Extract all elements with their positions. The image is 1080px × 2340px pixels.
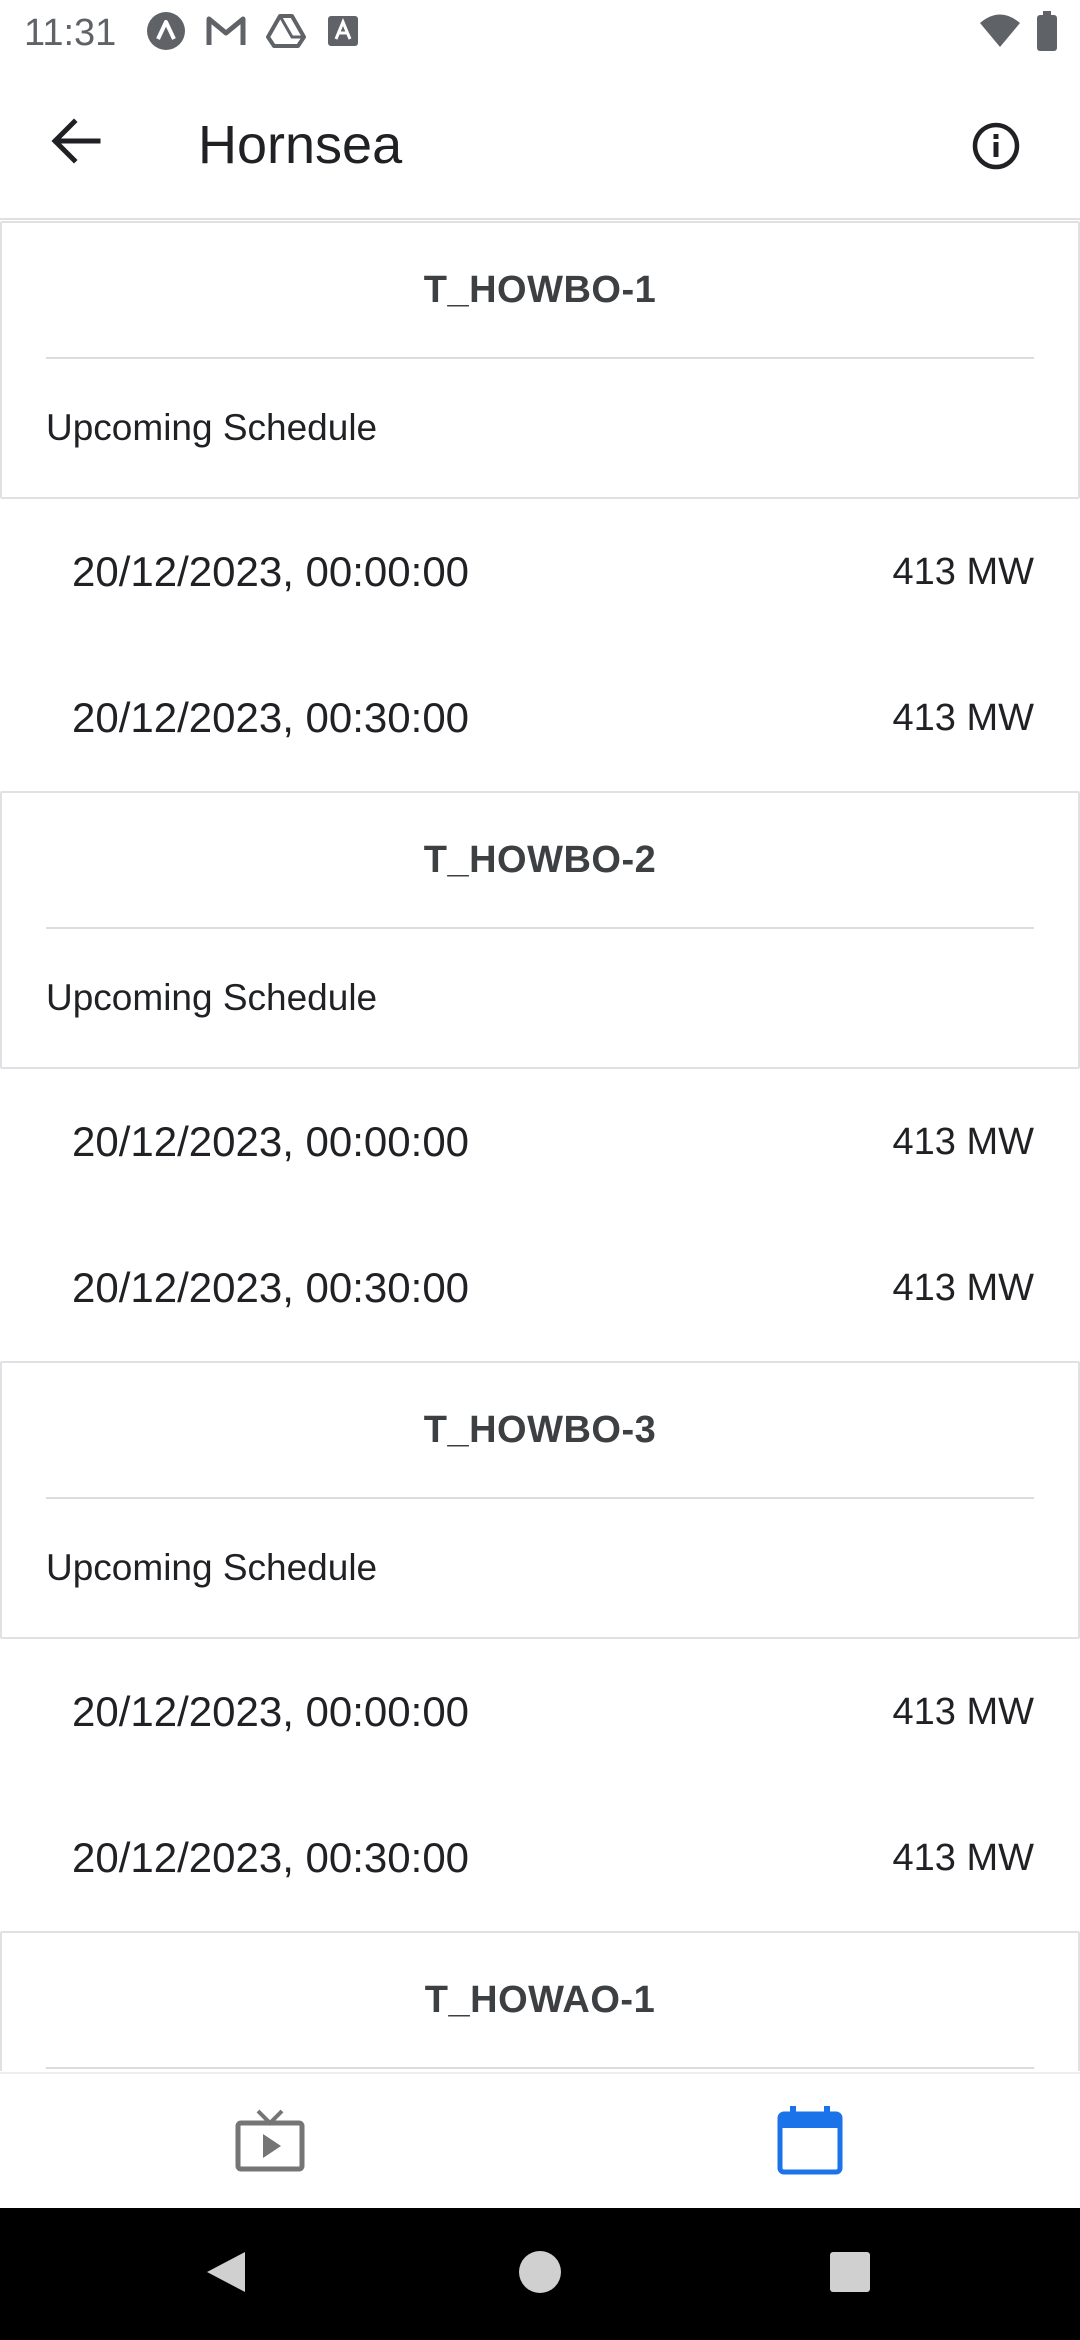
schedule-list[interactable]: T_HOWBO-1 Upcoming Schedule 20/12/2023, … bbox=[0, 221, 1080, 2071]
gmail-icon bbox=[206, 14, 246, 53]
system-home-button[interactable] bbox=[510, 2244, 570, 2304]
schedule-row: 20/12/2023, 00:30:00 413 MW bbox=[0, 1785, 1080, 1931]
schedule-value: 413 MW bbox=[892, 550, 1034, 593]
schedule-time: 20/12/2023, 00:00:00 bbox=[72, 1688, 470, 1735]
schedule-label-row: Upcoming Schedule bbox=[2, 359, 1078, 497]
unit-name: T_HOWBO-2 bbox=[423, 838, 657, 881]
bottom-navigation bbox=[0, 2072, 1080, 2208]
system-recents-button[interactable] bbox=[820, 2244, 880, 2304]
schedule-value: 413 MW bbox=[892, 1690, 1034, 1733]
unit-header: T_HOWAO-1 bbox=[46, 1933, 1034, 2069]
system-navigation-bar bbox=[0, 2208, 1080, 2340]
unit-card: T_HOWBO-2 Upcoming Schedule bbox=[0, 791, 1080, 1069]
info-icon bbox=[971, 121, 1021, 176]
font-a-icon bbox=[326, 14, 360, 53]
unit-header: T_HOWBO-3 bbox=[46, 1363, 1034, 1499]
schedule-time: 20/12/2023, 00:30:00 bbox=[72, 694, 470, 741]
nav-item-schedule[interactable] bbox=[540, 2074, 1080, 2210]
schedule-value: 413 MW bbox=[892, 1836, 1034, 1879]
schedule-time: 20/12/2023, 00:30:00 bbox=[72, 1834, 470, 1881]
unit-name: T_HOWAO-1 bbox=[424, 1978, 656, 2021]
schedule-row: 20/12/2023, 00:30:00 413 MW bbox=[0, 645, 1080, 791]
calendar-icon bbox=[776, 2104, 844, 2181]
unit-header: T_HOWBO-2 bbox=[46, 793, 1034, 929]
schedule-row: 20/12/2023, 00:30:00 413 MW bbox=[0, 1215, 1080, 1361]
schedule-value: 413 MW bbox=[892, 1120, 1034, 1163]
schedule-value: 413 MW bbox=[892, 1266, 1034, 1309]
page-title: Hornsea bbox=[198, 115, 403, 175]
battery-icon bbox=[1036, 10, 1058, 56]
schedule-label-row bbox=[2, 2069, 1078, 2071]
unit-card: T_HOWBO-1 Upcoming Schedule bbox=[0, 221, 1080, 499]
unit-name: T_HOWBO-1 bbox=[423, 268, 657, 311]
system-status-icons bbox=[978, 10, 1058, 56]
schedule-value: 413 MW bbox=[892, 696, 1034, 739]
schedule-time: 20/12/2023, 00:30:00 bbox=[72, 1264, 470, 1311]
nav-item-live[interactable] bbox=[0, 2074, 540, 2210]
notification-icons bbox=[146, 11, 360, 56]
live-tv-icon bbox=[234, 2107, 306, 2178]
unit-card: T_HOWAO-1 bbox=[0, 1931, 1080, 2071]
schedule-label: Upcoming Schedule bbox=[46, 1547, 378, 1588]
schedule-label-row: Upcoming Schedule bbox=[2, 929, 1078, 1067]
app-a-icon bbox=[146, 11, 186, 56]
unit-header: T_HOWBO-1 bbox=[46, 223, 1034, 359]
schedule-time: 20/12/2023, 00:00:00 bbox=[72, 1118, 470, 1165]
schedule-label-row: Upcoming Schedule bbox=[2, 1499, 1078, 1637]
schedule-label: Upcoming Schedule bbox=[46, 977, 378, 1018]
info-button[interactable] bbox=[962, 114, 1030, 182]
unit-name: T_HOWBO-3 bbox=[423, 1408, 657, 1451]
schedule-row: 20/12/2023, 00:00:00 413 MW bbox=[0, 1069, 1080, 1215]
app-bar: Hornsea bbox=[0, 66, 1080, 220]
unit-card: T_HOWBO-3 Upcoming Schedule bbox=[0, 1361, 1080, 1639]
recents-square-icon bbox=[828, 2250, 872, 2299]
arrow-left-icon bbox=[50, 117, 102, 170]
wifi-icon bbox=[978, 14, 1022, 53]
schedule-row: 20/12/2023, 00:00:00 413 MW bbox=[0, 499, 1080, 645]
system-back-button[interactable] bbox=[196, 2244, 256, 2304]
schedule-time: 20/12/2023, 00:00:00 bbox=[72, 548, 470, 595]
schedule-row: 20/12/2023, 00:00:00 413 MW bbox=[0, 1639, 1080, 1785]
back-triangle-icon bbox=[203, 2248, 249, 2301]
status-bar: 11:31 bbox=[0, 0, 1080, 66]
home-circle-icon bbox=[517, 2249, 563, 2300]
back-button[interactable] bbox=[36, 108, 116, 178]
schedule-label: Upcoming Schedule bbox=[46, 407, 378, 448]
status-time: 11:31 bbox=[24, 12, 117, 54]
drive-icon bbox=[266, 13, 306, 54]
